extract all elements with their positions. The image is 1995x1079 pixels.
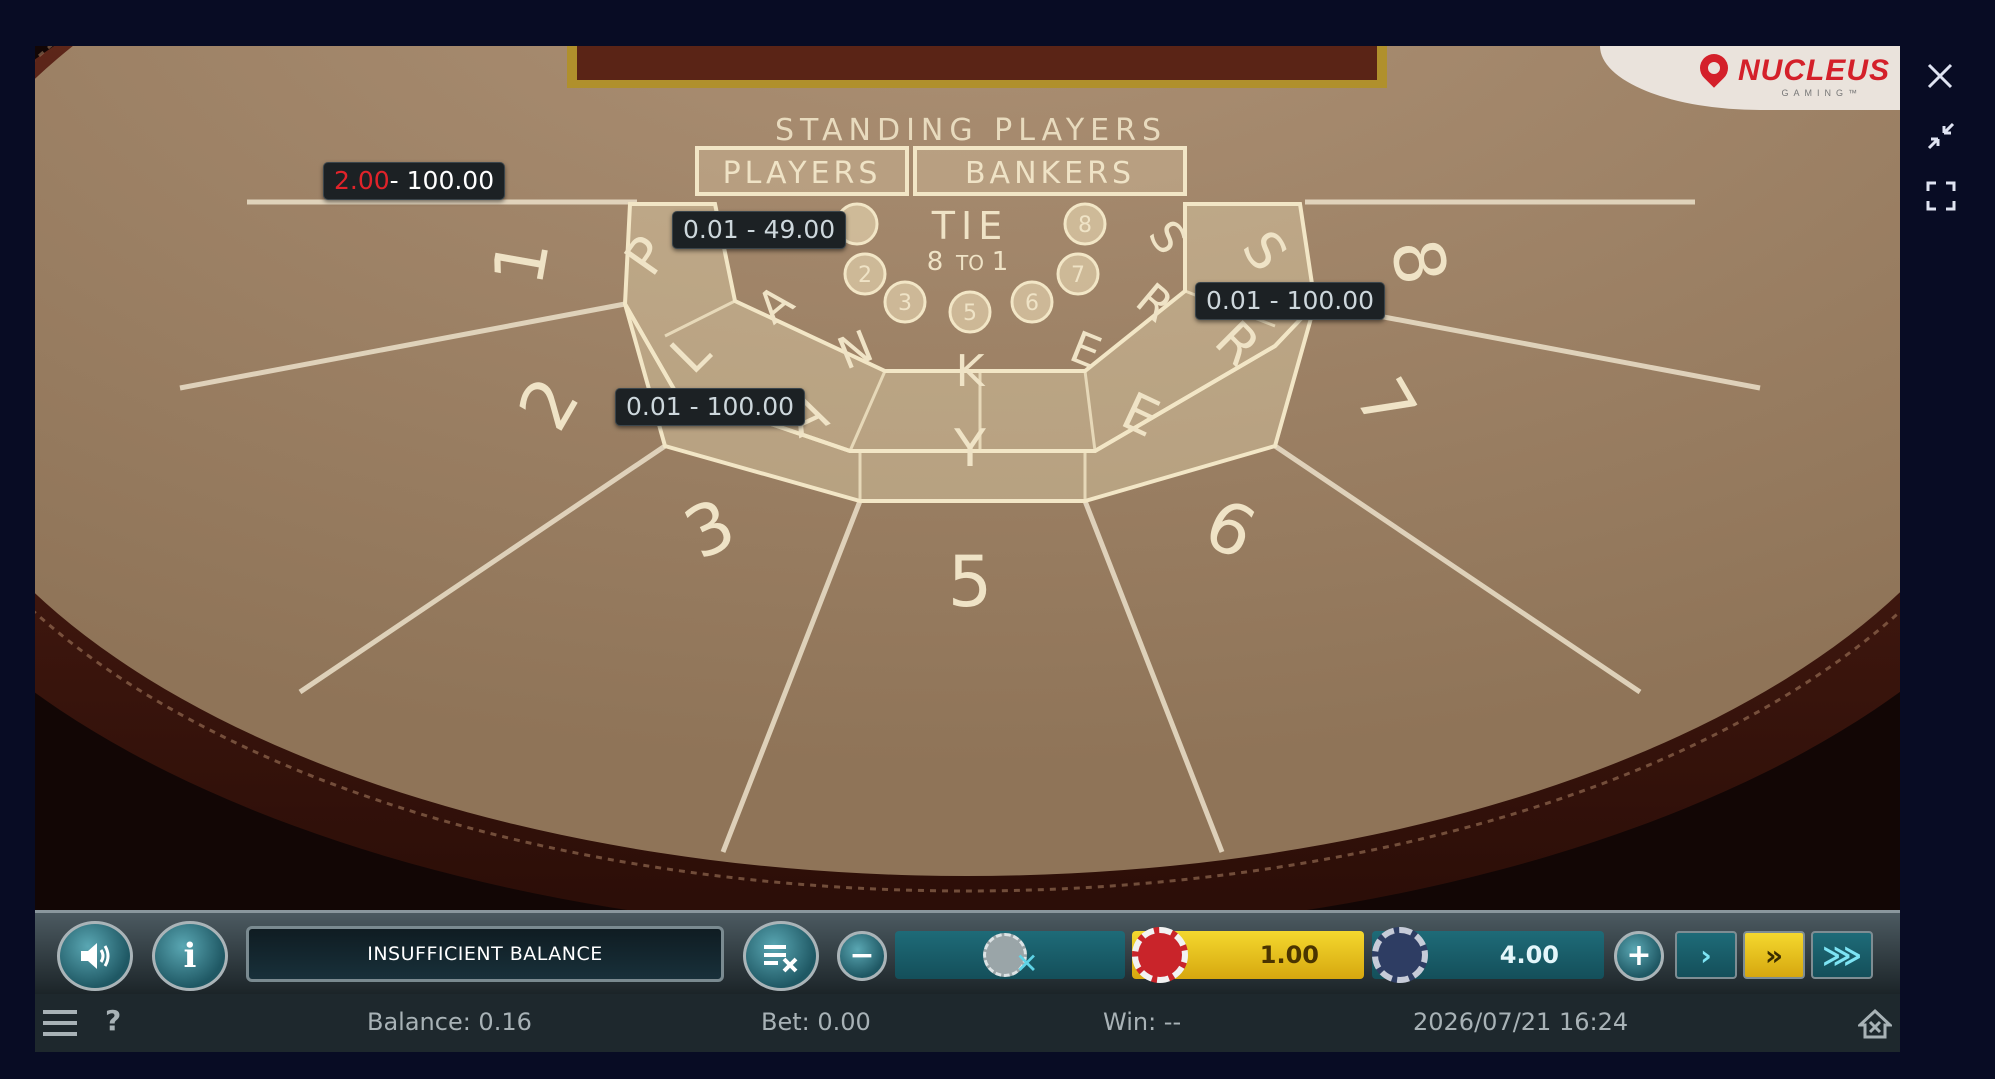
clear-bets-icon bbox=[764, 945, 798, 973]
double-chevron-icon: » bbox=[1764, 938, 1784, 972]
tie-odds-1: 1 bbox=[992, 247, 1009, 277]
win-display: Win: -- bbox=[1103, 1008, 1182, 1036]
tie-number-8[interactable]: 8 bbox=[1078, 213, 1092, 238]
chip-red-icon bbox=[1132, 927, 1188, 983]
chevron-right-icon: › bbox=[1700, 938, 1712, 972]
tie-odds-to: TO bbox=[955, 251, 984, 275]
tie-number-3[interactable]: 3 bbox=[898, 291, 912, 316]
help-icon[interactable]: ? bbox=[105, 1004, 121, 1037]
chip-blue-icon bbox=[1372, 927, 1428, 983]
banker-letter: K bbox=[956, 346, 986, 397]
minimize-icon[interactable] bbox=[1925, 120, 1957, 152]
menu-icon[interactable] bbox=[43, 1008, 77, 1038]
increase-chip-button[interactable]: + bbox=[1614, 931, 1664, 981]
player-letter: Y bbox=[953, 419, 986, 479]
remove-x-icon: ✕ bbox=[1015, 947, 1039, 980]
speed-normal-button[interactable]: › bbox=[1675, 931, 1737, 979]
seat-limit-tooltip: 2.00- 100.00 bbox=[323, 162, 506, 200]
chip-slot-2[interactable]: 4.00 bbox=[1372, 927, 1604, 983]
info-icon: i bbox=[183, 936, 197, 976]
standing-bankers-bet[interactable]: BANKERS bbox=[965, 156, 1135, 191]
control-bar: i INSUFFICIENT BALANCE − ✕ 1.00 4.00 + › bbox=[35, 910, 1900, 997]
nucleus-pin-icon bbox=[1694, 48, 1734, 88]
triple-chevron-icon: ⋙ bbox=[1822, 938, 1862, 972]
game-viewport: STANDING PLAYERS PLAYERS BANKERS TIE 8 T… bbox=[35, 46, 1900, 1052]
tie-odds-8: 8 bbox=[927, 247, 944, 277]
home-icon[interactable] bbox=[1858, 1008, 1892, 1040]
speaker-icon bbox=[81, 943, 110, 969]
sound-button[interactable] bbox=[57, 921, 133, 991]
tie-number-5[interactable]: 5 bbox=[963, 301, 977, 326]
banker-limit-tooltip: 0.01 - 100.00 bbox=[1195, 282, 1386, 320]
seat-limit-max: - 100.00 bbox=[389, 166, 495, 195]
seat-5[interactable]: 5 bbox=[948, 541, 993, 623]
chip-slot-selected[interactable]: 1.00 bbox=[1132, 927, 1364, 983]
seat-limit-min: 2.00 bbox=[334, 166, 390, 195]
balance-display: Balance: 0.16 bbox=[367, 1008, 532, 1036]
datetime-display: 2026/07/21 16:24 bbox=[1413, 1008, 1629, 1036]
message-display: INSUFFICIENT BALANCE bbox=[246, 926, 724, 982]
tie-number-2[interactable]: 2 bbox=[858, 263, 872, 288]
chip-value-2: 4.00 bbox=[1499, 941, 1559, 969]
speed-fast-button[interactable]: » bbox=[1743, 931, 1805, 979]
tie-label[interactable]: TIE bbox=[931, 204, 1008, 248]
info-button[interactable]: i bbox=[152, 921, 228, 991]
standing-players-label: STANDING PLAYERS bbox=[775, 113, 1167, 148]
chip-value-1: 1.00 bbox=[1259, 941, 1319, 969]
tie-number-6[interactable]: 6 bbox=[1025, 291, 1039, 316]
speed-turbo-button[interactable]: ⋙ bbox=[1811, 931, 1873, 979]
decrease-chip-button[interactable]: − bbox=[837, 931, 887, 981]
tie-number-7[interactable]: 7 bbox=[1071, 263, 1085, 288]
standing-players-bet[interactable]: PLAYERS bbox=[723, 156, 882, 191]
tie-limit-tooltip: 0.01 - 49.00 bbox=[672, 211, 847, 249]
clear-bets-button[interactable] bbox=[743, 921, 819, 991]
player-limit-tooltip: 0.01 - 100.00 bbox=[615, 388, 806, 426]
chip-slot-empty[interactable]: ✕ bbox=[895, 931, 1125, 980]
baccarat-table: STANDING PLAYERS PLAYERS BANKERS TIE 8 T… bbox=[35, 46, 1900, 918]
bet-display: Bet: 0.00 bbox=[761, 1008, 871, 1036]
close-icon[interactable] bbox=[1926, 62, 1954, 90]
fullscreen-icon[interactable] bbox=[1925, 180, 1957, 212]
status-bar: ? Balance: 0.16 Bet: 0.00 Win: -- 2026/0… bbox=[35, 994, 1900, 1052]
